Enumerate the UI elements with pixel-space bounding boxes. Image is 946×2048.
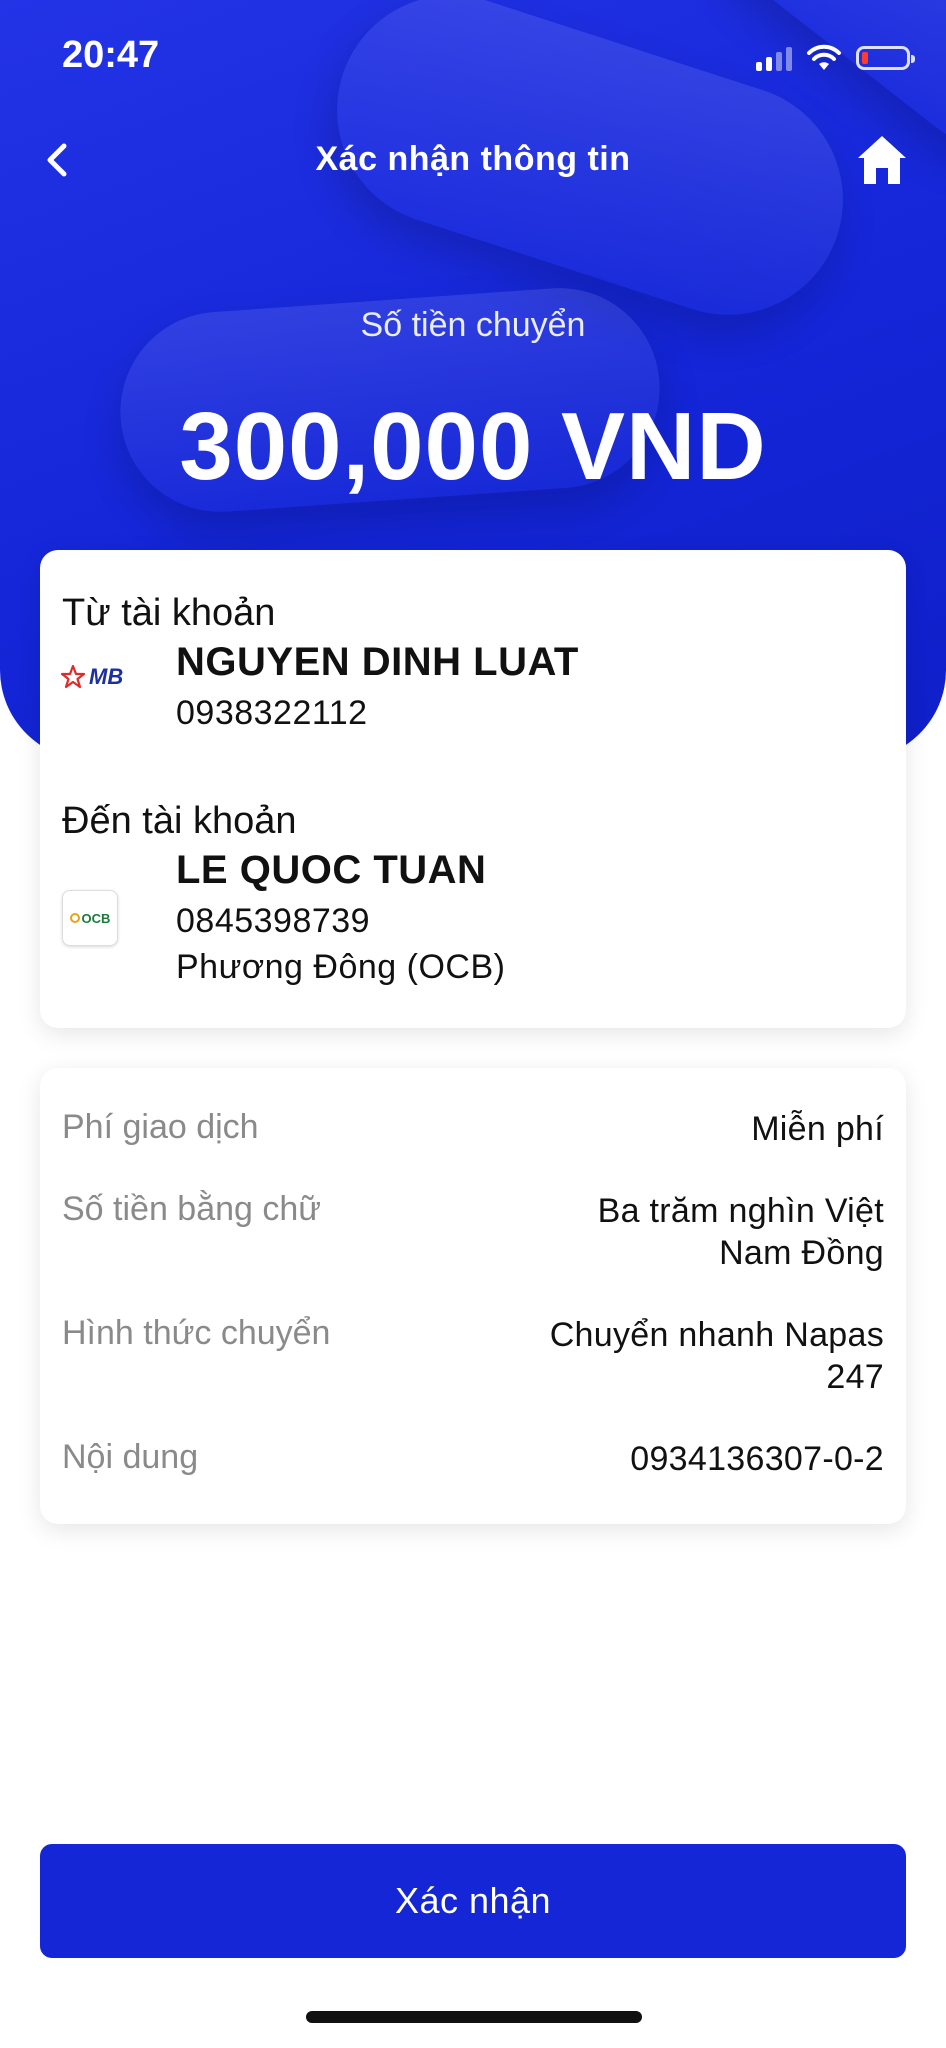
cellular-signal-icon [756,45,792,71]
confirm-button[interactable]: Xác nhận [40,1844,906,1958]
status-time: 20:47 [62,34,160,76]
home-button[interactable] [854,132,910,188]
to-account-name: LE QUOC TUAN [176,848,487,892]
detail-label: Số tiền bằng chữ [62,1190,322,1228]
detail-value: Chuyển nhanh Napas 247 [550,1314,884,1398]
detail-label: Phí giao dịch [62,1108,259,1146]
status-icons [756,40,915,76]
detail-value-line: 247 [826,1358,884,1396]
confirm-button-label: Xác nhận [394,1880,552,1921]
detail-value: 0934136307-0-2 [630,1440,884,1478]
detail-label: Hình thức chuyển [62,1314,331,1352]
detail-value-line: Ba trăm nghìn Việt [597,1192,884,1230]
to-account-number: 0845398739 [176,902,371,940]
to-account-label: Đến tài khoản [62,800,297,842]
battery-low-icon [856,46,915,70]
wifi-icon [807,44,841,70]
ocb-ring-icon [69,913,80,923]
ocb-bank-logo: OCB [62,890,118,946]
detail-value: Miễn phí [751,1110,884,1148]
page-title: Xác nhận thông tin [315,140,631,178]
detail-value-line: Chuyển nhanh Napas [549,1316,884,1354]
from-account-label: Từ tài khoản [62,592,276,634]
amount-label: Số tiền chuyển [360,306,586,344]
home-indicator[interactable] [306,2011,642,2023]
home-icon [858,136,906,184]
to-bank-name: Phương Đông (OCB) [176,948,506,986]
from-account-number: 0938322112 [176,694,368,732]
detail-label: Nội dung [62,1438,199,1476]
star-icon [60,664,86,689]
detail-value: Ba trăm nghìn Việt Nam Đồng [598,1190,884,1274]
mb-bank-logo: MB [60,662,130,692]
accounts-card: Từ tài khoản MB NGUYEN DINH LUAT 0938322… [40,550,906,1028]
mb-logo-text: MB [89,664,124,689]
from-account-name: NGUYEN DINH LUAT [176,640,579,684]
detail-value-line: Nam Đồng [719,1234,884,1272]
transfer-amount: 300,000 VND [179,393,767,500]
transaction-details-card: Phí giao dịch Miễn phí Số tiền bằng chữ … [40,1068,906,1524]
ocb-logo-text: OCB [81,910,111,926]
